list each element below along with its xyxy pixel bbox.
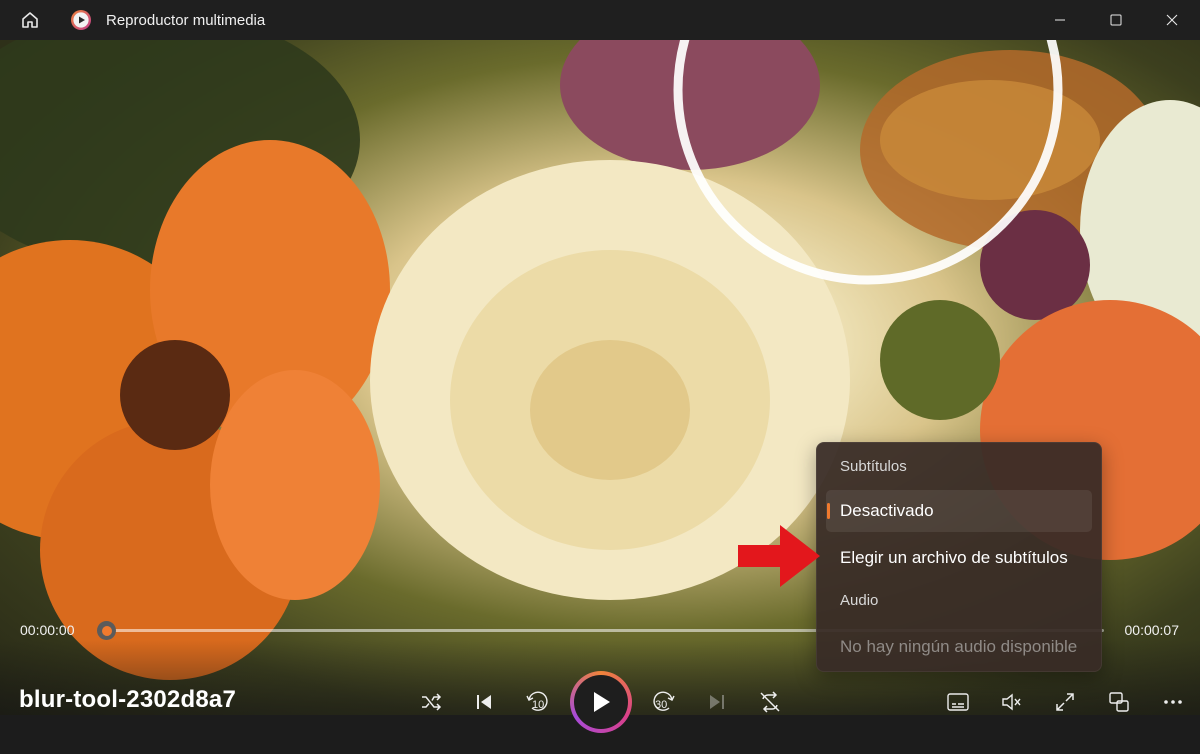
highlight-circle <box>673 40 1063 285</box>
subtitle-option-label: Elegir un archivo de subtítulos <box>840 548 1068 567</box>
forward-label: 30 <box>655 699 668 711</box>
play-button[interactable] <box>570 671 632 733</box>
audio-empty-label: No hay ningún audio disponible <box>840 637 1078 656</box>
subtitle-option-off[interactable]: Desactivado <box>826 490 1092 532</box>
close-icon <box>1166 14 1178 26</box>
maximize-button[interactable] <box>1088 0 1144 40</box>
previous-track-icon <box>477 695 491 709</box>
subtitles-button[interactable] <box>940 684 976 720</box>
fullscreen-icon <box>1056 693 1074 711</box>
video-shape <box>880 300 1000 420</box>
media-title: blur-tool-2302d8a7 <box>19 686 236 713</box>
seek-thumb-dot <box>101 625 112 636</box>
fullscreen-button[interactable] <box>1047 684 1083 720</box>
subtitle-option-choose-file[interactable]: Elegir un archivo de subtítulos <box>826 537 1092 579</box>
annotation-arrow-icon <box>738 525 820 587</box>
subtitle-option-label: Desactivado <box>840 501 934 520</box>
window-controls <box>1032 0 1200 40</box>
video-shape <box>210 370 380 600</box>
forward-button[interactable]: 30 <box>645 684 681 720</box>
subtitles-heading: Subtítulos <box>840 458 907 475</box>
play-button-inner <box>574 675 628 729</box>
total-time: 00:00:07 <box>1124 622 1180 638</box>
play-icon <box>594 692 610 712</box>
subtitles-audio-menu: Subtítulos Desactivado Elegir un archivo… <box>816 442 1102 672</box>
minimize-button[interactable] <box>1032 0 1088 40</box>
window-title: Reproductor multimedia <box>106 11 266 29</box>
next-track-icon <box>710 695 724 709</box>
current-time: 00:00:00 <box>20 622 75 638</box>
selection-indicator <box>827 503 830 519</box>
next-button[interactable] <box>699 684 735 720</box>
repeat-button[interactable] <box>752 684 788 720</box>
volume-button[interactable] <box>993 684 1029 720</box>
maximize-icon <box>1110 14 1122 26</box>
close-button[interactable] <box>1144 0 1200 40</box>
rewind-label: 10 <box>532 699 545 711</box>
title-bar: Reproductor multimedia <box>0 0 1200 40</box>
audio-empty-option: No hay ningún audio disponible <box>826 626 1092 668</box>
video-shape <box>120 340 230 450</box>
shuffle-button[interactable] <box>413 684 449 720</box>
subtitles-icon <box>947 693 969 711</box>
more-options-icon <box>1164 700 1182 704</box>
shuffle-icon <box>422 693 442 711</box>
minimize-icon <box>1055 19 1065 21</box>
more-options-button[interactable] <box>1155 684 1191 720</box>
video-shape <box>530 340 690 480</box>
miniplayer-icon <box>1109 692 1129 712</box>
audio-heading: Audio <box>840 592 879 609</box>
repeat-off-icon <box>760 691 780 713</box>
rewind-button[interactable]: 10 <box>520 684 556 720</box>
media-player-logo-icon <box>71 10 91 30</box>
home-icon <box>22 12 38 28</box>
miniplayer-button[interactable] <box>1101 684 1137 720</box>
seek-thumb[interactable] <box>97 621 116 640</box>
home-button[interactable] <box>0 0 60 40</box>
previous-button[interactable] <box>466 684 502 720</box>
volume-muted-icon <box>1002 693 1021 711</box>
